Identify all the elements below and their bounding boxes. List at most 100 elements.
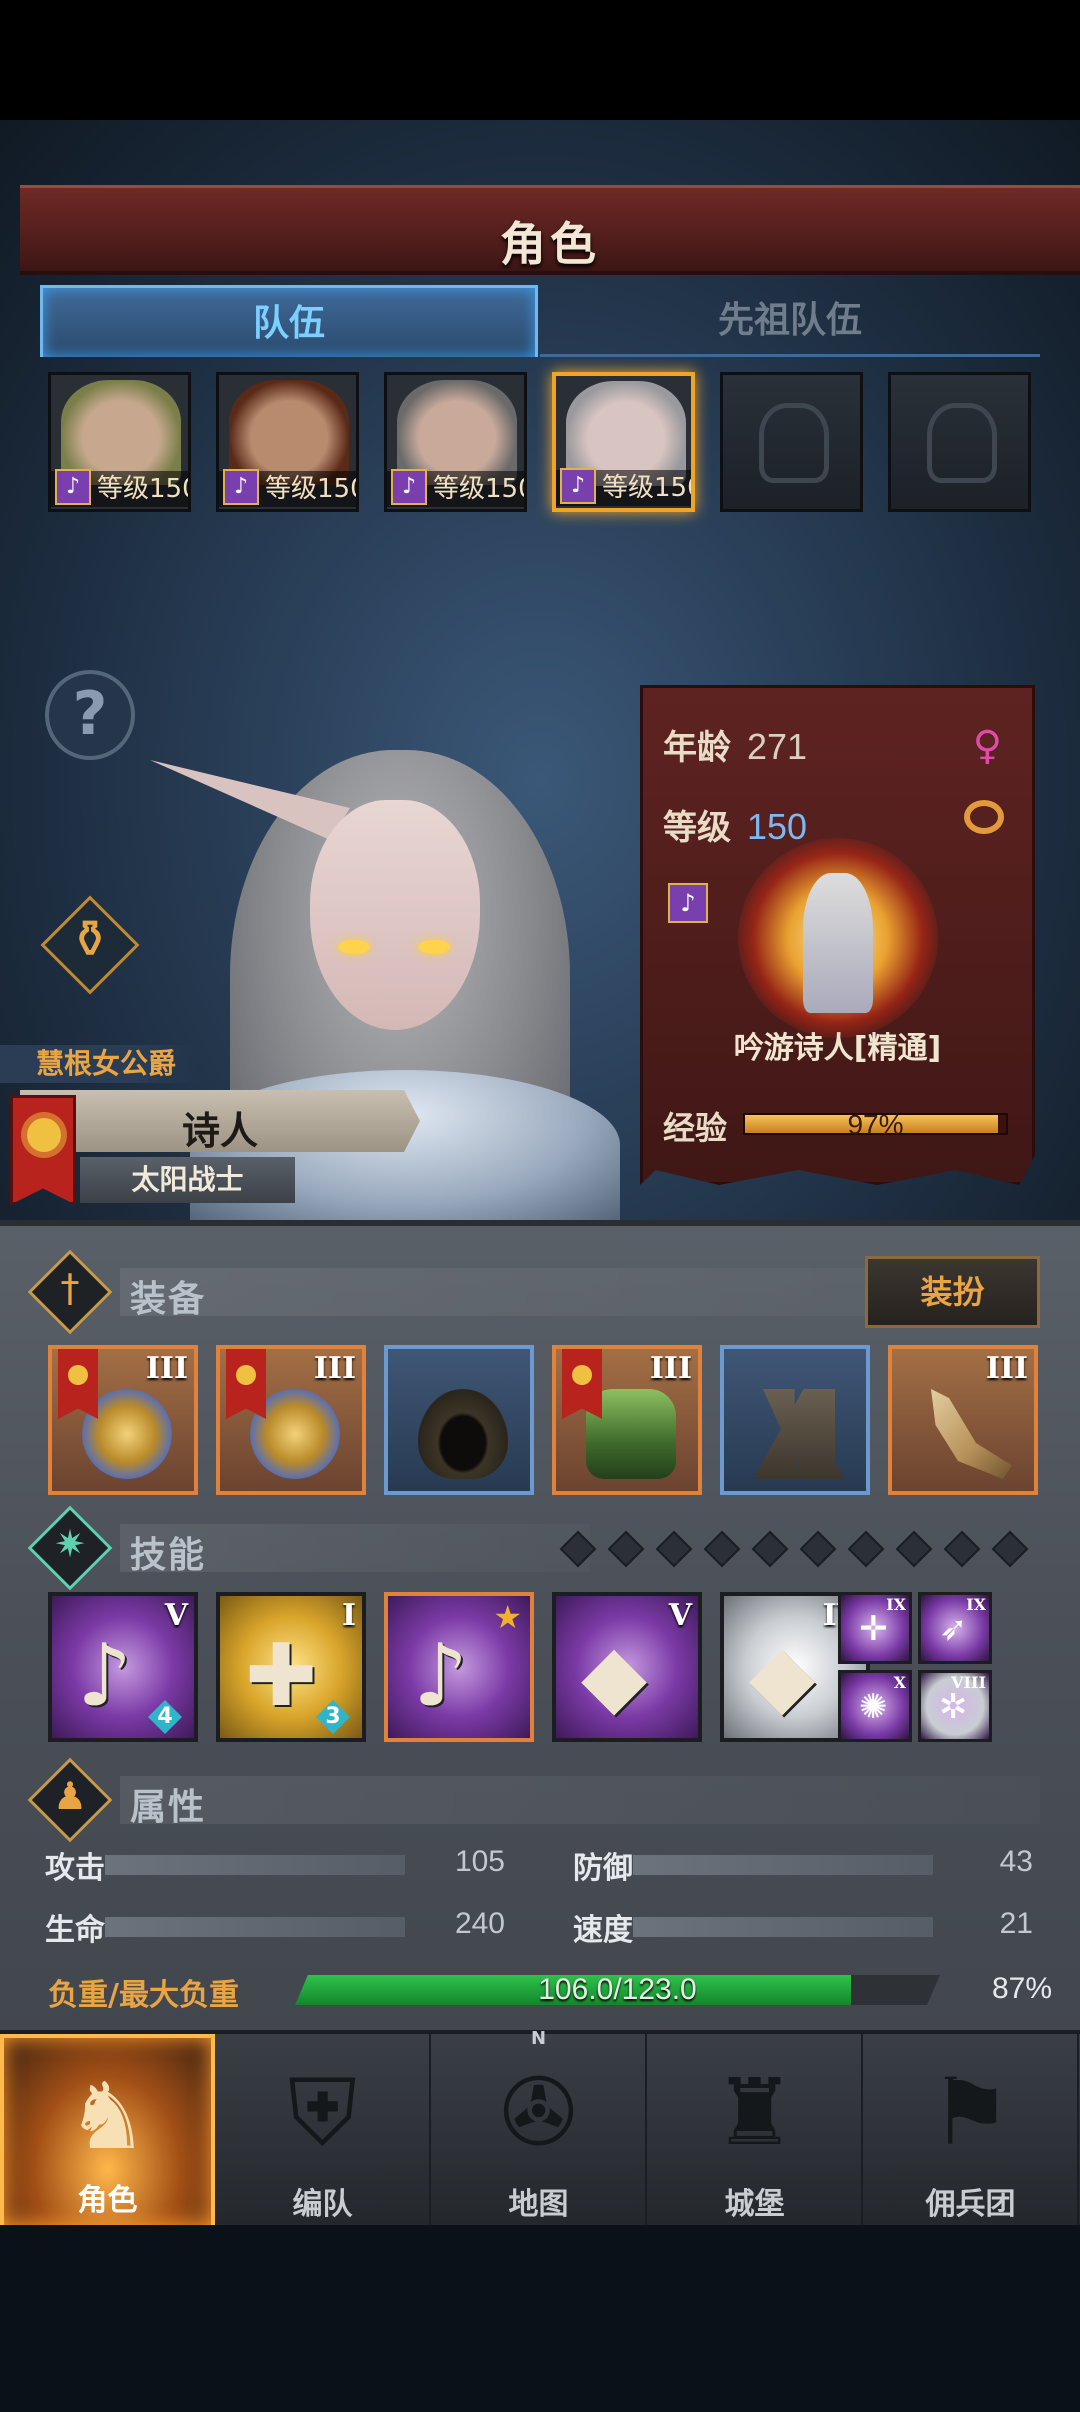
weight-percent: 87%	[991, 1972, 1052, 2005]
burst-icon: ✺	[859, 1687, 888, 1727]
level-label: 等级	[663, 808, 731, 848]
roster-slot[interactable]: 等级150 ♪	[48, 372, 191, 512]
skill-slot[interactable]: ♪ V 4	[48, 1592, 198, 1742]
nav-helmet[interactable]: ⛨ 编队	[216, 2034, 431, 2229]
tab-team[interactable]: 队伍	[40, 285, 538, 357]
target-icon: ✛	[859, 1609, 888, 1649]
sun-banner-icon	[10, 1095, 76, 1205]
passive-skill-slot[interactable]: ➶ IX	[918, 1592, 992, 1664]
tab-ancestor-team[interactable]: 先祖队伍	[540, 285, 1040, 357]
equipment-slot[interactable]: III	[48, 1345, 198, 1495]
stat-value: 240	[454, 1907, 505, 1940]
character-class-name: 诗人	[181, 1109, 258, 1153]
nav-compass[interactable]: N ✇ 地图	[432, 2028, 647, 2229]
character-faction: 太阳战士	[80, 1157, 295, 1203]
stat-value: 21	[999, 1907, 1033, 1940]
exp-label: 经验	[663, 1109, 728, 1147]
skill-tier: I	[341, 1598, 356, 1633]
knight-icon: ♞	[66, 2063, 149, 2170]
equipment-slot[interactable]	[720, 1345, 870, 1495]
skill-point-dot	[943, 1530, 981, 1568]
roster-slot[interactable]: 等级150 ♪	[552, 372, 695, 512]
help-button[interactable]: ?	[45, 670, 135, 760]
nav-castle[interactable]: ♜ 城堡	[648, 2034, 863, 2229]
nav-label: 佣兵团	[925, 2187, 1016, 2222]
skill-tier: X	[893, 1673, 906, 1692]
equipment-tier: III	[985, 1351, 1028, 1386]
equipment-slot[interactable]: III	[216, 1345, 366, 1495]
skill-point-dot	[847, 1530, 885, 1568]
skills-label: 技能	[130, 1535, 207, 1576]
stat-name: 防御	[573, 1851, 633, 1886]
skill-rank: 4	[148, 1700, 182, 1734]
system-nav-area	[0, 2225, 1080, 2412]
stat-name: 速度	[573, 1913, 633, 1948]
castle-icon: ♜	[713, 2059, 796, 2166]
equipment-label: 装备	[130, 1279, 207, 1320]
nav-banner[interactable]: ⚑ 佣兵团	[864, 2034, 1079, 2229]
spear-icon: ➶	[939, 1609, 968, 1649]
skill-slot[interactable]: ♪ ★	[384, 1592, 534, 1742]
equipment-tier: III	[649, 1351, 692, 1386]
crystal-note-icon: ♪	[413, 1626, 468, 1726]
skill-point-dot	[991, 1530, 1029, 1568]
roster-slot[interactable]: 等级150 ♪	[216, 372, 359, 512]
nav-label: 角色	[77, 2183, 138, 2218]
age-label: 年龄	[663, 728, 731, 768]
class-icon: ♪	[560, 468, 596, 504]
stat-attack: 攻击 105	[45, 1843, 505, 1886]
roster-slot-empty[interactable]	[720, 372, 863, 512]
stat-track	[105, 1855, 405, 1875]
banner-icon: ⚑	[929, 2059, 1012, 2166]
equipment-slot[interactable]	[384, 1345, 534, 1495]
frost-icon: ✲	[939, 1687, 968, 1727]
music-note-icon: ♪	[77, 1626, 132, 1726]
skill-tier: IX	[966, 1595, 986, 1614]
crystal-hand-icon: ◆	[749, 1626, 816, 1726]
nav-label: 地图	[508, 2187, 569, 2222]
skill-point-dot	[607, 1530, 645, 1568]
skill-slot-dots	[559, 1528, 1045, 1568]
crystal-hand-icon: ◆	[581, 1626, 648, 1726]
skill-point-dot	[799, 1530, 837, 1568]
character-name-block: 慧根女公爵 诗人 太阳战士	[0, 1045, 420, 1215]
section-strip	[120, 1776, 1040, 1824]
horn-icon	[931, 1389, 1012, 1479]
roster-slot[interactable]: 等级150 ♪	[384, 372, 527, 512]
dress-up-button[interactable]: 装扮	[865, 1256, 1040, 1328]
nav-knight[interactable]: ♞ 角色	[0, 2034, 215, 2229]
equipment-tier: III	[313, 1351, 356, 1386]
star-burst-icon: ✷	[54, 1522, 86, 1566]
star-icon: ★	[493, 1598, 522, 1636]
compass-icon: ✇	[499, 2059, 578, 2166]
attributes-header: ♟ 属性	[27, 1757, 1040, 1843]
equipment-slot[interactable]: III	[552, 1345, 702, 1495]
skill-point-dot	[559, 1530, 597, 1568]
sun-banner-icon	[226, 1349, 266, 1419]
info-panel: 年龄 271 ♀ 等级 150 ♪ 吟游诗人[精通] 经验 97%	[640, 685, 1035, 1185]
equipment-slot[interactable]: III	[888, 1345, 1038, 1495]
class-icon: ♪	[223, 469, 259, 505]
level-row: 等级 150	[663, 800, 807, 849]
potion-button[interactable]: ⚱	[40, 895, 140, 995]
passive-skills-grid: ✛ IX ➶ IX ✺ X ✲ VIII	[838, 1592, 995, 1742]
passive-skill-slot[interactable]: ✛ IX	[838, 1592, 912, 1664]
bottom-nav: ♞ 角色 ⛨ 编队 N ✇ 地图 ♜ 城堡 ⚑ 佣兵团	[0, 2028, 1080, 2229]
passive-skill-slot[interactable]: ✺ X	[838, 1670, 912, 1742]
ring-icon[interactable]	[964, 800, 1004, 834]
age-value: 271	[747, 726, 808, 767]
equipment-row: III III III III	[48, 1345, 1043, 1495]
class-icon: ♪	[391, 469, 427, 505]
nav-label: 城堡	[724, 2187, 785, 2222]
skill-slot[interactable]: ✚ I 3	[216, 1592, 366, 1742]
shield-heal-icon: ✚	[245, 1626, 318, 1726]
roster-slot-empty[interactable]	[888, 372, 1031, 512]
passive-skill-slot[interactable]: ✲ VIII	[918, 1670, 992, 1742]
team-tabs: 队伍 先祖队伍	[40, 285, 1040, 360]
weight-bar: 106.0/123.0	[295, 1975, 940, 2005]
skill-slot[interactable]: ◆ V	[552, 1592, 702, 1742]
sun-banner-icon	[562, 1349, 602, 1419]
hood-icon	[418, 1389, 508, 1479]
page-title: 角色	[500, 217, 600, 271]
stat-value: 43	[999, 1845, 1033, 1878]
